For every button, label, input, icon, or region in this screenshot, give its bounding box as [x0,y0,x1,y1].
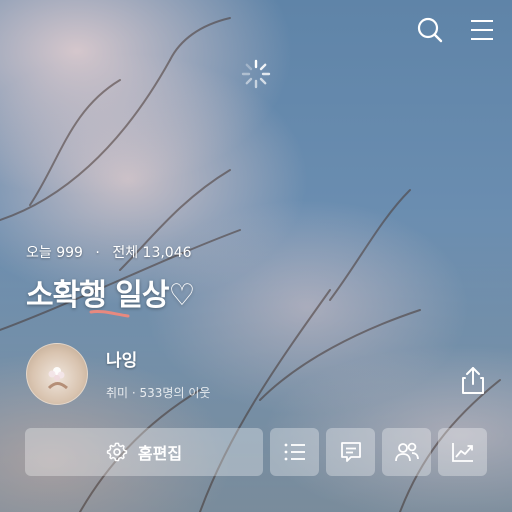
menu-button[interactable] [468,16,496,44]
profile-name[interactable]: 나잉 [106,346,210,371]
post-list-button[interactable] [270,428,319,476]
flower-photo-icon [47,367,68,390]
profile-meta[interactable]: 취미 · 533명의 이웃 [106,384,210,401]
stats-button[interactable] [438,428,487,476]
title-underline-decoration [89,310,130,318]
top-bar [416,16,496,44]
guestbook-button[interactable] [326,428,375,476]
home-edit-label: 홈편집 [137,444,183,463]
share-icon[interactable] [460,365,486,395]
total-label: 전체 [112,245,139,261]
today-label: 오늘 [26,245,52,261]
home-edit-button[interactable]: 홈편집 [25,428,263,476]
gear-icon [106,442,128,462]
today-count: 999 [56,245,83,261]
profile-info: 나잉 취미 · 533명의 이웃 [106,343,210,401]
action-bar: 홈편집 [25,428,487,476]
stats-separator: · [95,245,100,261]
comment-icon [340,442,361,462]
total-count: 13,046 [142,245,192,261]
list-icon [284,443,305,461]
trending-up-icon [451,443,473,462]
avatar[interactable] [26,343,88,405]
neighbors-button[interactable] [382,428,431,476]
search-icon [417,17,443,43]
visitor-stats: 오늘 999 · 전체 13,046 [26,242,192,262]
hamburger-menu-icon [471,20,493,40]
loading-spinner-icon [241,59,271,89]
people-icon [394,442,419,462]
search-button[interactable] [416,16,444,44]
profile-section: 나잉 취미 · 533명의 이웃 [26,343,210,405]
